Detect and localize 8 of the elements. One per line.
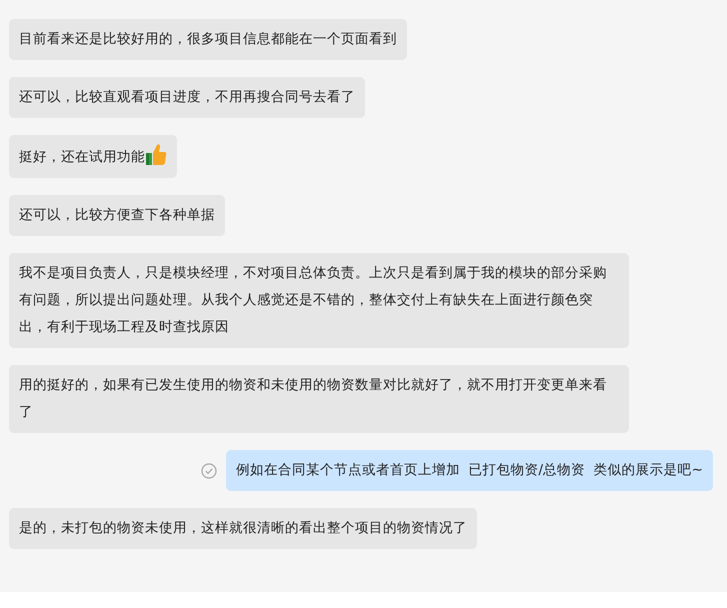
message-bubble: 还可以，比较方便查下各种单据 (9, 195, 225, 236)
message-bubble: 是的，未打包的物资未使用，这样就很清晰的看出整个项目的物资情况了 (9, 508, 477, 549)
message-bubble: 用的挺好的，如果有已发生使用的物资和未使用的物资数量对比就好了，就不用打开变更单来看了 (9, 365, 629, 433)
message-bubble: 例如在合同某个节点或者首页上增加 已打包物资/总物资 类似的展示是吧~ (226, 450, 713, 491)
message-bubble: 还可以，比较直观看项目进度，不用再搜合同号去看了 (9, 77, 365, 118)
message-bubble: 目前看来还是比较好用的，很多项目信息都能在一个页面看到 (9, 19, 407, 60)
message-bubble: 我不是项目负责人，只是模块经理，不对项目总体负责。上次只是看到属于我的模块的部分采购有问题，所以提出问题处理。从我个人感觉还是不错的，整体交付上有缺失在上面进行颜色突出，有利于现场工程及时查找原因 (9, 253, 629, 348)
message-bubble: 挺好，还在试用功能 (9, 135, 177, 178)
